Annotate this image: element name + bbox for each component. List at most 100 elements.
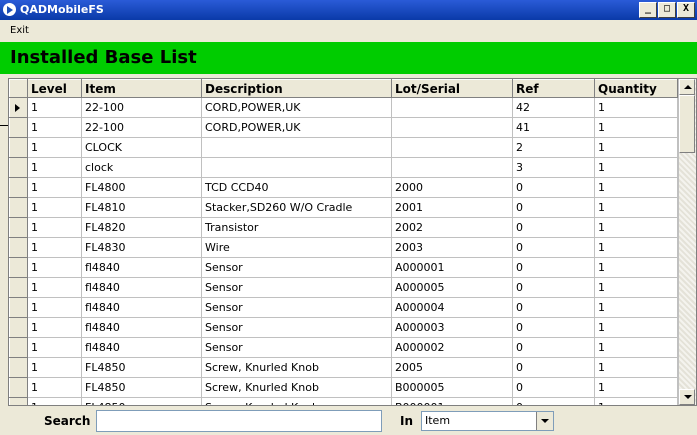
table-row[interactable]: 1 FL4830 Wire 2003 0 1 [9,237,682,258]
table-cell[interactable] [391,137,513,158]
row-selector[interactable] [9,317,28,338]
table-cell[interactable]: 0 [512,257,595,278]
row-selector[interactable] [9,157,28,178]
table-cell[interactable]: 1 [594,297,678,318]
table-cell[interactable]: Screw, Knurled Knob [201,377,392,398]
table-row[interactable]: 1 FL4820 Transistor 2002 0 1 [9,217,682,238]
table-cell[interactable]: 1 [27,317,82,338]
table-cell[interactable]: A000004 [391,297,513,318]
table-cell[interactable]: 0 [512,297,595,318]
table-cell[interactable]: 1 [27,297,82,318]
table-row[interactable]: 1 fl4840 Sensor A000005 0 1 [9,277,682,298]
table-row[interactable]: 1 FL4850 Screw, Knurled Knob 2005 0 1 [9,357,682,378]
table-cell[interactable]: 1 [27,277,82,298]
table-cell[interactable]: 1 [594,177,678,198]
row-selector[interactable] [9,257,28,278]
column-header-ref[interactable]: Ref [512,79,595,98]
table-cell[interactable]: CORD,POWER,UK [201,117,392,138]
row-selector[interactable] [9,277,28,298]
table-cell[interactable]: fl4840 [81,317,202,338]
table-cell[interactable]: 2 [512,137,595,158]
table-cell[interactable]: 1 [27,377,82,398]
scroll-thumb[interactable] [679,95,695,153]
table-cell[interactable]: CLOCK [81,137,202,158]
row-selector[interactable] [9,117,28,138]
row-selector[interactable] [9,397,28,405]
close-button[interactable]: X [677,2,695,18]
table-cell[interactable]: FL4820 [81,217,202,238]
table-cell[interactable]: 1 [594,257,678,278]
table-cell[interactable]: 1 [27,117,82,138]
dropdown-button[interactable] [536,412,553,430]
table-row[interactable]: 1 22-100 CORD,POWER,UK 41 1 [9,117,682,138]
table-cell[interactable]: 41 [512,117,595,138]
table-cell[interactable]: 1 [27,357,82,378]
table-cell[interactable]: Sensor [201,317,392,338]
table-row[interactable]: 1 22-100 CORD,POWER,UK 42 1 [9,97,682,118]
table-cell[interactable]: A000005 [391,277,513,298]
table-cell[interactable]: 1 [27,237,82,258]
table-cell[interactable]: 1 [594,97,678,118]
table-cell[interactable]: 22-100 [81,97,202,118]
table-cell[interactable]: Sensor [201,337,392,358]
table-cell[interactable]: Transistor [201,217,392,238]
table-cell[interactable]: A000002 [391,337,513,358]
table-cell[interactable]: fl4840 [81,277,202,298]
table-cell[interactable]: 1 [27,217,82,238]
maximize-button[interactable]: □ [658,2,676,18]
table-cell[interactable]: 0 [512,177,595,198]
table-row[interactable]: 1FL4850Screw, Knurled KnobB00000101 [9,397,682,405]
table-cell[interactable]: 2002 [391,217,513,238]
table-cell[interactable]: 0 [512,217,595,238]
table-cell[interactable]: fl4840 [81,257,202,278]
table-cell[interactable]: 1 [594,357,678,378]
minimize-button[interactable]: _ [639,2,657,18]
table-cell[interactable]: 0 [512,237,595,258]
table-cell[interactable]: 2001 [391,197,513,218]
table-cell[interactable]: Screw, Knurled Knob [201,357,392,378]
row-selector[interactable] [9,197,28,218]
table-cell[interactable]: 1 [594,157,678,178]
table-cell[interactable]: 0 [512,277,595,298]
table-cell[interactable]: Wire [201,237,392,258]
row-selector[interactable] [9,377,28,398]
table-cell[interactable]: 1 [594,237,678,258]
table-cell[interactable]: 0 [512,317,595,338]
table-cell[interactable]: CORD,POWER,UK [201,97,392,118]
table-row[interactable]: 1 FL4850 Screw, Knurled Knob B000005 0 1 [9,377,682,398]
table-cell[interactable]: Sensor [201,257,392,278]
search-input[interactable] [96,410,382,432]
table-cell[interactable]: Screw, Knurled Knob [201,397,392,405]
row-selector[interactable] [9,357,28,378]
row-selector[interactable] [9,217,28,238]
table-cell[interactable]: 1 [27,177,82,198]
table-cell[interactable] [391,157,513,178]
table-cell[interactable]: 1 [594,117,678,138]
search-field-select[interactable]: Item [421,411,554,431]
menu-exit[interactable]: Exit [10,25,29,36]
table-cell[interactable]: 1 [594,197,678,218]
table-row[interactable]: 1 CLOCK 2 1 [9,137,682,158]
table-cell[interactable]: 1 [594,337,678,358]
table-cell[interactable]: 1 [27,257,82,278]
table-cell[interactable]: clock [81,157,202,178]
table-cell[interactable]: Sensor [201,297,392,318]
row-selector[interactable] [9,177,28,198]
table-cell[interactable]: B000001 [391,397,513,405]
table-cell[interactable]: 1 [27,137,82,158]
table-cell[interactable]: A000003 [391,317,513,338]
table-cell[interactable]: 1 [27,197,82,218]
table-row[interactable]: 1 FL4810 Stacker,SD260 W/O Cradle 2001 0 1 [9,197,682,218]
table-cell[interactable]: TCD CCD40 [201,177,392,198]
table-row[interactable]: 1 fl4840 Sensor A000002 0 1 [9,337,682,358]
table-row[interactable]: 1 fl4840 Sensor A000003 0 1 [9,317,682,338]
table-row[interactable]: 1 fl4840 Sensor A000001 0 1 [9,257,682,278]
table-row[interactable]: 1 fl4840 Sensor A000004 0 1 [9,297,682,318]
table-cell[interactable]: fl4840 [81,337,202,358]
table-cell[interactable]: Sensor [201,277,392,298]
table-cell[interactable]: 1 [27,337,82,358]
table-cell[interactable]: A000001 [391,257,513,278]
table-cell[interactable]: 1 [27,397,82,405]
scroll-up-button[interactable] [679,79,695,95]
table-cell[interactable] [201,137,392,158]
